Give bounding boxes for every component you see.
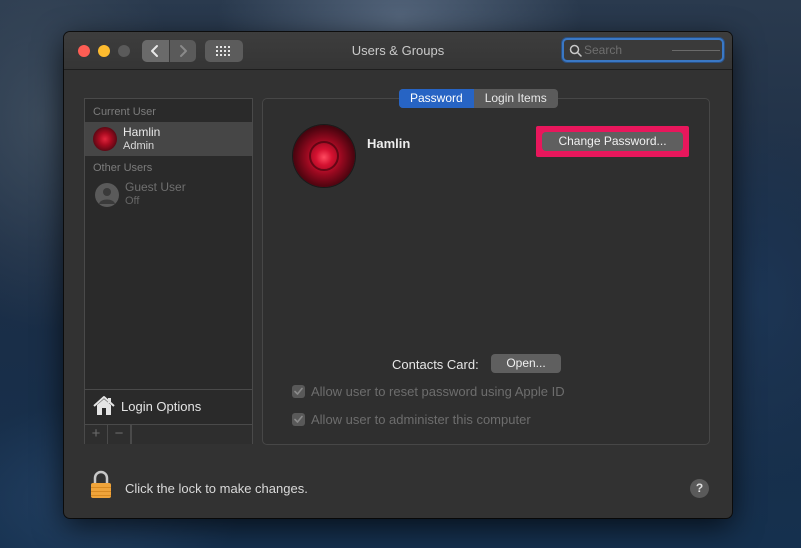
change-password-button[interactable]: Change Password... [542,132,683,151]
user-list-sidebar: Current User Hamlin Admin Other Users Gu… [84,98,253,444]
user-list-item-guest[interactable]: Guest User Off [85,179,252,213]
profile-name: Hamlin [367,136,411,151]
user-name: Hamlin [123,125,161,139]
tab-bar: Password Login Items [399,89,558,108]
guest-user-status: Off [125,195,140,207]
checkbox-box[interactable] [292,385,305,398]
search-divider [672,50,720,51]
add-user-button[interactable]: + [85,425,108,444]
help-button[interactable]: ? [690,479,709,498]
title-bar: Users & Groups Search [64,32,732,70]
sidebar-footer: + − [85,424,252,444]
checkbox-box[interactable] [292,413,305,426]
house-icon [93,396,115,415]
guest-user-name: Guest User [125,180,186,194]
guest-avatar-icon [95,183,119,207]
login-options-item[interactable]: Login Options [85,389,252,424]
user-list-item-hamlin[interactable]: Hamlin Admin [85,122,252,156]
tab-login-items[interactable]: Login Items [474,89,558,108]
tab-password[interactable]: Password [399,89,474,108]
login-options-label: Login Options [121,399,202,414]
users-groups-window: Users & Groups Search Current User Hamli… [64,32,732,518]
lock-icon[interactable] [90,470,112,500]
current-user-header: Current User [93,106,156,118]
search-field[interactable]: Search [562,38,724,62]
checkbox-label: Allow user to reset password using Apple… [311,384,565,399]
user-avatar [93,127,117,151]
lock-instructions: Click the lock to make changes. [125,481,308,496]
other-users-header: Other Users [93,162,153,174]
contacts-card-label: Contacts Card: [392,357,479,372]
checkmark-icon [294,387,303,395]
search-icon [569,44,582,57]
search-placeholder[interactable]: Search [584,43,622,57]
open-contacts-card-button[interactable]: Open... [491,354,561,373]
user-role: Admin [123,140,155,152]
checkbox-label: Allow user to administer this computer [311,412,531,427]
checkmark-icon [294,415,303,423]
remove-user-button[interactable]: − [108,425,131,444]
user-picture[interactable] [293,125,355,187]
footer-divider [131,425,132,444]
